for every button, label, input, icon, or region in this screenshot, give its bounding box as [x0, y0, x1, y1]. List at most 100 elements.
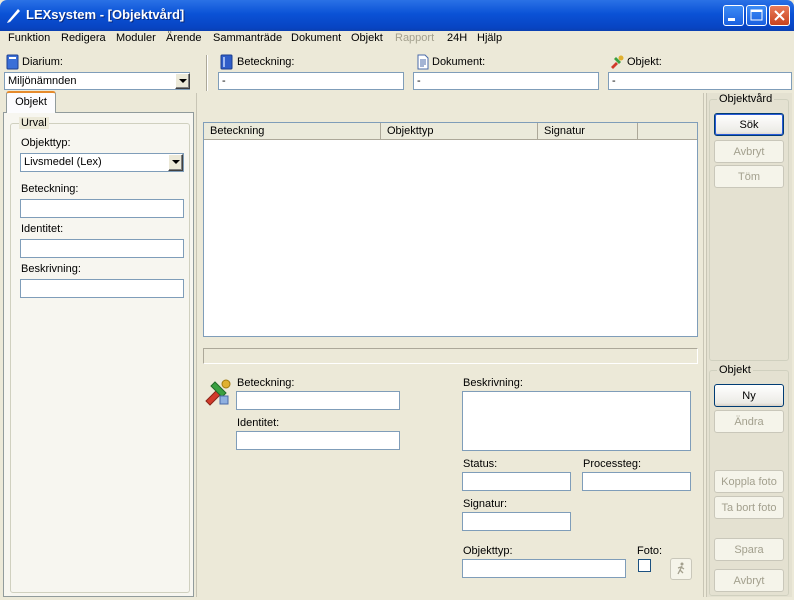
diarium-label: Diarium:	[22, 56, 63, 68]
menu-hjalp[interactable]: Hjälp	[477, 32, 502, 44]
ta-bort-foto-button[interactable]: Ta bort foto	[714, 496, 784, 519]
objektvard-group-title: Objektvård	[717, 93, 775, 105]
walking-person-icon	[677, 562, 685, 575]
toolbar-beteckning-value: -	[222, 75, 226, 87]
koppla-foto-button-label: Koppla foto	[721, 475, 777, 488]
maximize-button[interactable]	[746, 5, 767, 26]
toolbar-separator	[206, 55, 208, 91]
detail-processteg-label: Processteg:	[583, 458, 642, 470]
ta-bort-foto-button-label: Ta bort foto	[721, 501, 777, 514]
toolbar-dokument-value: -	[417, 75, 421, 87]
menu-objekt[interactable]: Objekt	[351, 32, 383, 44]
diarium-select[interactable]: Miljönämnden	[4, 72, 190, 90]
diarium-value: Miljönämnden	[8, 75, 77, 87]
menu-24h[interactable]: 24H	[447, 32, 467, 44]
column-header-empty[interactable]	[638, 123, 697, 140]
sok-button[interactable]: Sök	[714, 113, 784, 136]
menu-dokument[interactable]: Dokument	[291, 32, 341, 44]
detail-objekttyp-input[interactable]	[462, 559, 626, 578]
menu-arende[interactable]: Ärende	[166, 32, 201, 44]
urval-objekttyp-value: Livsmedel (Lex)	[24, 156, 102, 168]
objektvard-group	[709, 99, 789, 361]
menu-funktion[interactable]: Funktion	[8, 32, 50, 44]
menu-moduler[interactable]: Moduler	[116, 32, 156, 44]
objekt-avbryt-button[interactable]: Avbryt	[714, 569, 784, 592]
window-title: LEXsystem - [Objektvård]	[26, 7, 185, 22]
urval-objekttyp-dropdown-button[interactable]	[168, 154, 183, 171]
column-header-objekttyp-label: Objekttyp	[387, 125, 434, 137]
tom-button[interactable]: Töm	[714, 165, 784, 188]
detail-beskrivning-label: Beskrivning:	[463, 377, 523, 389]
urval-beteckning-input[interactable]	[20, 199, 184, 218]
urval-group-title: Urval	[19, 117, 49, 129]
document-icon	[417, 54, 429, 70]
detail-beteckning-label: Beteckning:	[237, 377, 295, 389]
column-header-beteckning[interactable]: Beteckning	[204, 123, 381, 140]
minimize-icon	[728, 18, 735, 21]
toolbar-beteckning-label: Beteckning:	[237, 56, 295, 68]
app-icon	[7, 9, 20, 23]
urval-objekttyp-label: Objekttyp:	[21, 137, 71, 149]
close-icon	[774, 10, 785, 21]
object-list[interactable]: Beteckning Objekttyp Signatur	[203, 122, 698, 337]
diarium-icon	[6, 54, 19, 70]
detail-identitet-label: Identitet:	[237, 417, 280, 429]
progress-bar	[203, 348, 698, 364]
spara-button-label: Spara	[734, 543, 764, 556]
objekt-large-icon	[205, 379, 231, 406]
detail-status-input[interactable]	[462, 472, 571, 491]
detail-processteg-input[interactable]	[582, 472, 691, 491]
urval-identitet-input[interactable]	[20, 239, 184, 258]
menu-rapport: Rapport	[395, 32, 435, 44]
tom-button-label: Töm	[738, 170, 760, 183]
column-header-beteckning-label: Beteckning	[210, 125, 265, 137]
detail-beskrivning-textarea[interactable]	[462, 391, 691, 451]
minimize-button[interactable]	[723, 5, 744, 26]
objekt-group-title: Objekt	[717, 364, 753, 376]
detail-signatur-input[interactable]	[462, 512, 571, 531]
urval-beskrivning-label: Beskrivning:	[21, 263, 81, 275]
objekt-avbryt-button-label: Avbryt	[733, 574, 765, 587]
toolbar-beteckning-field[interactable]: -	[218, 72, 404, 90]
andra-button[interactable]: Ändra	[714, 410, 784, 433]
detail-signatur-label: Signatur:	[463, 498, 508, 510]
column-header-signatur-label: Signatur	[544, 125, 585, 137]
toolbar-dokument-field[interactable]: -	[413, 72, 599, 90]
title-bar[interactable]: LEXsystem - [Objektvård]	[0, 0, 794, 31]
close-button[interactable]	[769, 5, 790, 26]
objekt-icon	[611, 55, 624, 69]
urval-beteckning-label: Beteckning:	[21, 183, 79, 195]
andra-button-label: Ändra	[734, 415, 764, 428]
walk-button[interactable]	[670, 558, 692, 580]
toolbar-objekt-label: Objekt:	[627, 56, 662, 68]
detail-foto-label: Foto:	[637, 545, 663, 557]
koppla-foto-button[interactable]: Koppla foto	[714, 470, 784, 493]
tab-objekt[interactable]: Objekt	[6, 91, 56, 113]
urval-objekttyp-select[interactable]: Livsmedel (Lex)	[20, 153, 184, 172]
tab-objekt-label: Objekt	[15, 96, 47, 108]
toolbar-objekt-value: -	[612, 75, 616, 87]
detail-identitet-input[interactable]	[236, 431, 400, 450]
detail-status-label: Status:	[463, 458, 498, 470]
urval-identitet-label: Identitet:	[21, 223, 64, 235]
spara-button[interactable]: Spara	[714, 538, 784, 561]
column-header-objekttyp[interactable]: Objekttyp	[381, 123, 538, 140]
menu-sammantrade[interactable]: Sammanträde	[213, 32, 282, 44]
maximize-icon	[750, 9, 763, 21]
detail-foto-checkbox[interactable]	[638, 559, 651, 572]
objektvard-avbryt-button-label: Avbryt	[733, 145, 765, 158]
ny-button[interactable]: Ny	[714, 384, 784, 407]
menu-bar: Funktion Redigera Moduler Ärende Sammant…	[0, 31, 794, 48]
ny-button-label: Ny	[742, 389, 756, 402]
objektvard-avbryt-button[interactable]: Avbryt	[714, 140, 784, 163]
urval-beskrivning-input[interactable]	[20, 279, 184, 298]
detail-objekttyp-label: Objekttyp:	[463, 545, 513, 557]
beteckning-icon	[220, 54, 233, 70]
detail-beteckning-input[interactable]	[236, 391, 400, 410]
diarium-dropdown-button[interactable]	[175, 73, 190, 89]
sok-button-label: Sök	[739, 118, 759, 131]
column-header-signatur[interactable]: Signatur	[538, 123, 638, 140]
menu-redigera[interactable]: Redigera	[61, 32, 106, 44]
toolbar-objekt-field[interactable]: -	[608, 72, 792, 90]
toolbar-dokument-label: Dokument:	[432, 56, 486, 68]
